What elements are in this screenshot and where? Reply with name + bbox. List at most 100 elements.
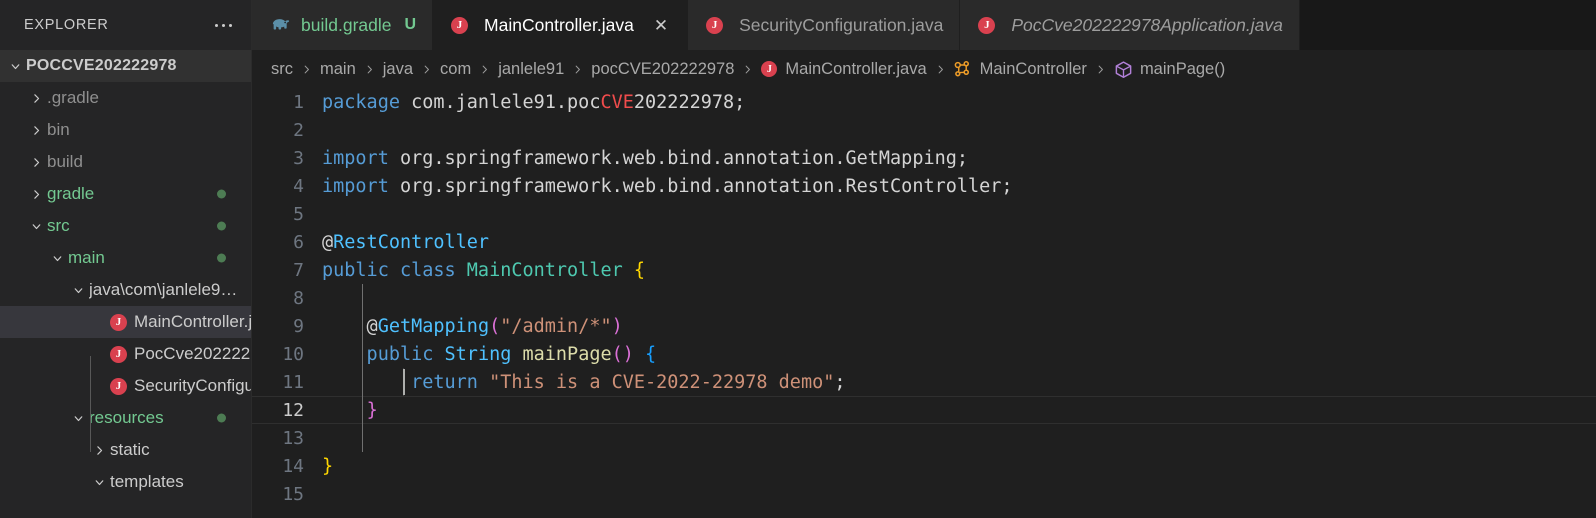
git-status-dot bbox=[217, 221, 226, 231]
chevron-right-icon[interactable] bbox=[25, 146, 47, 178]
file-tree-item-folder[interactable]: src bbox=[0, 210, 252, 242]
code-token: () bbox=[611, 343, 634, 365]
chevron-down-icon[interactable] bbox=[25, 210, 47, 242]
code-line[interactable]: 10 public String mainPage() { bbox=[252, 340, 1596, 368]
file-tree-item-label: SecurityConfigura… bbox=[134, 376, 252, 395]
breadcrumb-item-java[interactable]: java bbox=[382, 60, 414, 79]
code-token: import bbox=[322, 147, 400, 169]
code-line[interactable]: 8 bbox=[252, 284, 1596, 312]
code-line[interactable]: 14} bbox=[252, 452, 1596, 480]
line-number: 6 bbox=[293, 231, 304, 253]
breadcrumb-item-main[interactable]: main bbox=[319, 60, 357, 79]
file-tree-item-folder[interactable]: java\com\janlele9… bbox=[0, 274, 252, 306]
file-tree-item-folder[interactable]: bin bbox=[0, 114, 252, 146]
tab-close-icon[interactable]: ✕ bbox=[651, 15, 671, 36]
text-cursor bbox=[403, 369, 405, 395]
code-token: MainController bbox=[466, 259, 634, 281]
file-tree-item-folder[interactable]: resources bbox=[0, 402, 252, 434]
code-token: import bbox=[322, 175, 400, 197]
java-file-icon: J bbox=[451, 16, 469, 34]
java-file-icon: J bbox=[706, 16, 724, 34]
chevron-right-icon[interactable] bbox=[88, 434, 110, 466]
code-text: @GetMapping("/admin/*") bbox=[322, 316, 1596, 337]
breadcrumb-item-janlele91[interactable]: janlele91 bbox=[497, 60, 565, 79]
chevron-down-icon[interactable] bbox=[46, 242, 68, 274]
code-line[interactable]: 3 import org.springframework.web.bind.ann… bbox=[252, 144, 1596, 172]
code-line[interactable]: 1 package com.janlele91.pocCVE202222978; bbox=[252, 88, 1596, 116]
tab-securityconfiguration-java[interactable]: J SecurityConfiguration.java bbox=[688, 0, 961, 50]
breadcrumb-item-com[interactable]: com bbox=[439, 60, 472, 79]
code-line[interactable]: 6 @RestController bbox=[252, 228, 1596, 256]
line-number: 9 bbox=[293, 315, 304, 337]
chevron-down-icon[interactable] bbox=[67, 402, 89, 434]
code-line[interactable]: 7 public class MainController { bbox=[252, 256, 1596, 284]
java-file-icon: J bbox=[761, 61, 778, 77]
more-actions-icon[interactable] bbox=[207, 18, 240, 33]
code-line[interactable]: 11 return "This is a CVE-2022-22978 demo… bbox=[252, 368, 1596, 396]
code-line[interactable]: 13 bbox=[252, 424, 1596, 452]
code-text: return "This is a CVE-2022-22978 demo"; bbox=[322, 372, 1596, 393]
file-tree-item-folder[interactable]: .gradle bbox=[0, 82, 252, 114]
chevron-down-icon[interactable] bbox=[4, 50, 26, 82]
tab-label: PocCve202222978Application.java bbox=[1011, 14, 1283, 35]
code-line[interactable]: 5 bbox=[252, 200, 1596, 228]
code-line[interactable]: 2 bbox=[252, 116, 1596, 144]
breadcrumb-item-maincontroller[interactable]: MainController bbox=[953, 60, 1088, 79]
file-tree-item-file[interactable]: J PocCve20222297… bbox=[0, 338, 252, 370]
code-token: } bbox=[366, 399, 378, 421]
file-tree-item-label: .gradle bbox=[47, 88, 99, 107]
file-tree-item-label: resources bbox=[89, 408, 164, 427]
chevron-down-icon[interactable] bbox=[88, 466, 110, 498]
file-tree-item-folder[interactable]: POCCVE202222978 bbox=[0, 50, 252, 82]
breadcrumb-item-poccve202222978[interactable]: pocCVE202222978 bbox=[590, 60, 735, 79]
breadcrumb[interactable]: src main java com janlele91 pocCVE202222978 J M… bbox=[252, 50, 1596, 88]
breadcrumb-label: com bbox=[440, 59, 472, 78]
breadcrumb-separator-icon bbox=[935, 63, 946, 76]
file-tree-item-folder[interactable]: main bbox=[0, 242, 252, 274]
code-token: com.janlele91.poc bbox=[411, 91, 601, 113]
breadcrumb-item-mainpage-[interactable]: mainPage() bbox=[1113, 60, 1226, 79]
tab-bar[interactable]: build.gradle U J MainController.java ✕ J Secur… bbox=[252, 0, 1596, 50]
file-tree-item-label: PocCve20222297… bbox=[134, 344, 252, 363]
tab-poccve202222978application-java[interactable]: J PocCve202222978Application.java bbox=[960, 0, 1300, 50]
breadcrumb-item-maincontroller-java[interactable]: J MainController.java bbox=[760, 60, 927, 79]
breadcrumb-label: MainController bbox=[979, 59, 1087, 78]
file-tree[interactable]: POCCVE202222978 .gradle bin build gradle src m… bbox=[0, 50, 252, 518]
file-tree-item-folder[interactable]: gradle bbox=[0, 178, 252, 210]
code-text: public class MainController { bbox=[322, 260, 1596, 281]
file-tree-item-folder[interactable]: build bbox=[0, 146, 252, 178]
file-tree-item-file[interactable]: J SecurityConfigura… bbox=[0, 370, 252, 402]
file-tree-item-folder[interactable]: templates bbox=[0, 466, 252, 498]
code-text: import org.springframework.web.bind.anno… bbox=[322, 176, 1596, 197]
tab-label: MainController.java bbox=[484, 14, 634, 35]
code-text: package com.janlele91.pocCVE202222978; bbox=[322, 92, 1596, 113]
code-editor[interactable]: 1 package com.janlele91.pocCVE202222978; 2… bbox=[252, 88, 1596, 518]
code-line[interactable]: 15 bbox=[252, 480, 1596, 508]
file-tree-item-label: POCCVE202222978 bbox=[26, 57, 177, 74]
breadcrumb-item-src[interactable]: src bbox=[270, 60, 294, 79]
line-number: 12 bbox=[282, 399, 304, 421]
code-text: public String mainPage() { bbox=[322, 344, 1596, 365]
code-line[interactable]: 12 } bbox=[252, 396, 1596, 424]
line-number: 3 bbox=[293, 147, 304, 169]
git-status-dot bbox=[217, 413, 226, 423]
line-number: 14 bbox=[282, 455, 304, 477]
code-token: class bbox=[399, 259, 467, 281]
chevron-right-icon[interactable] bbox=[25, 82, 47, 114]
tab-maincontroller-java[interactable]: J MainController.java ✕ bbox=[433, 0, 689, 50]
explorer-title: EXPLORER bbox=[24, 17, 109, 33]
file-tree-item-file[interactable]: J MainController.java bbox=[0, 306, 252, 338]
chevron-right-icon[interactable] bbox=[25, 114, 47, 146]
file-tree-item-folder[interactable]: static bbox=[0, 434, 252, 466]
code-token: @ bbox=[322, 315, 378, 337]
breadcrumb-separator-icon bbox=[421, 63, 432, 76]
code-token: ( bbox=[489, 315, 501, 337]
gradle-elephant-icon bbox=[272, 19, 290, 30]
chevron-down-icon[interactable] bbox=[67, 274, 89, 306]
code-line[interactable]: 9 @GetMapping("/admin/*") bbox=[252, 312, 1596, 340]
code-line[interactable]: 4 import org.springframework.web.bind.ann… bbox=[252, 172, 1596, 200]
chevron-right-icon[interactable] bbox=[25, 178, 47, 210]
tab-build-gradle[interactable]: build.gradle U bbox=[252, 0, 434, 50]
